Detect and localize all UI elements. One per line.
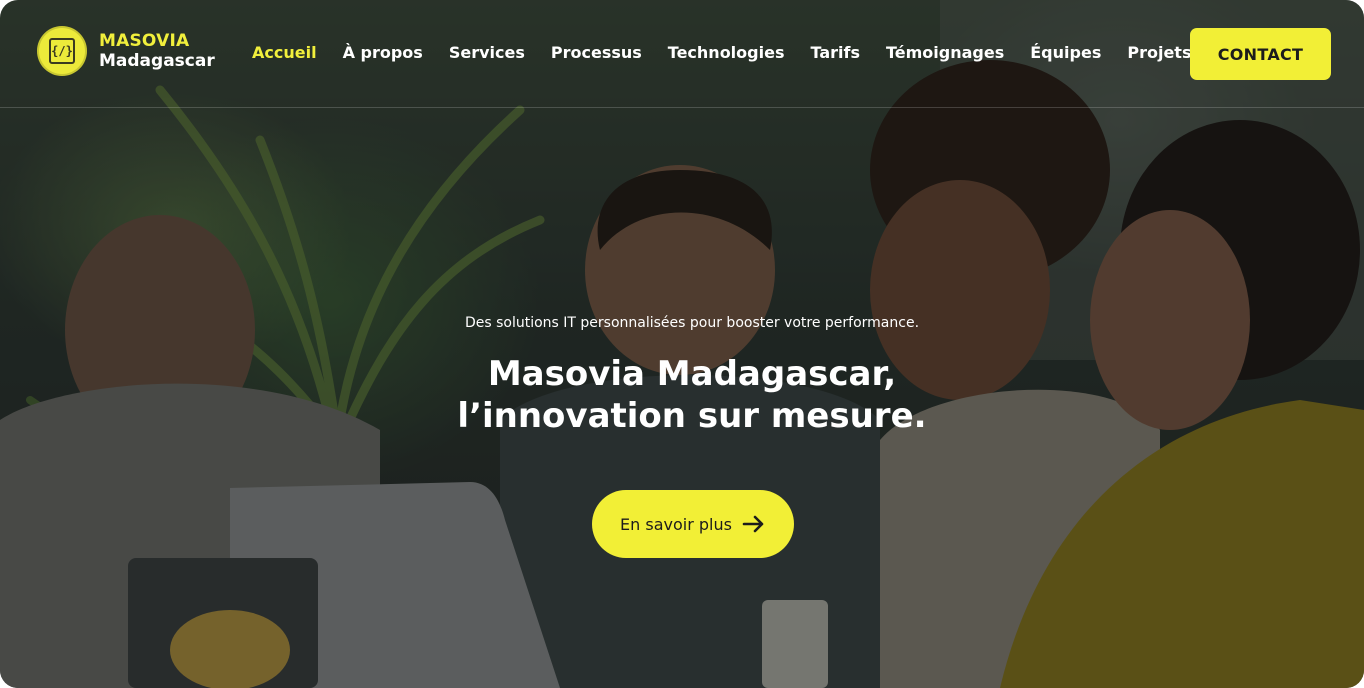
contact-button[interactable]: CONTACT bbox=[1190, 28, 1331, 80]
nav-item-accueil[interactable]: Accueil bbox=[252, 43, 317, 62]
nav-item-tarifs[interactable]: Tarifs bbox=[810, 43, 860, 62]
main-nav: Accueil À propos Services Processus Tech… bbox=[252, 43, 1191, 62]
brand-logo[interactable]: {/} MASOVIA Madagascar bbox=[37, 26, 215, 76]
brand-name: MASOVIA Madagascar bbox=[99, 31, 215, 71]
nav-item-technologies[interactable]: Technologies bbox=[668, 43, 785, 62]
hero-title-line1: Masovia Madagascar, bbox=[487, 354, 897, 394]
hero-title: Masovia Madagascar, l’innovation sur mes… bbox=[0, 353, 1364, 437]
arrow-right-icon bbox=[742, 515, 764, 533]
brand-name-top: MASOVIA bbox=[99, 31, 190, 51]
nav-item-temoignages[interactable]: Témoignages bbox=[886, 43, 1004, 62]
nav-item-services[interactable]: Services bbox=[449, 43, 525, 62]
nav-item-a-propos[interactable]: À propos bbox=[343, 43, 423, 62]
logo-badge: {/} bbox=[37, 26, 87, 76]
learn-more-label: En savoir plus bbox=[620, 514, 732, 534]
nav-item-equipes[interactable]: Équipes bbox=[1030, 43, 1101, 62]
code-chip-icon: {/} bbox=[49, 38, 75, 64]
hero-title-line2: l’innovation sur mesure. bbox=[457, 396, 927, 436]
site-header: {/} MASOVIA Madagascar Accueil À propos … bbox=[0, 0, 1364, 108]
hero-section: Des solutions IT personnalisées pour boo… bbox=[0, 108, 1364, 688]
learn-more-button[interactable]: En savoir plus bbox=[592, 490, 794, 558]
hero-tagline: Des solutions IT personnalisées pour boo… bbox=[464, 315, 920, 331]
brand-name-bottom: Madagascar bbox=[99, 51, 215, 71]
page-frame: {/} MASOVIA Madagascar Accueil À propos … bbox=[0, 0, 1364, 688]
nav-item-projets[interactable]: Projets bbox=[1127, 43, 1191, 62]
nav-item-processus[interactable]: Processus bbox=[551, 43, 642, 62]
